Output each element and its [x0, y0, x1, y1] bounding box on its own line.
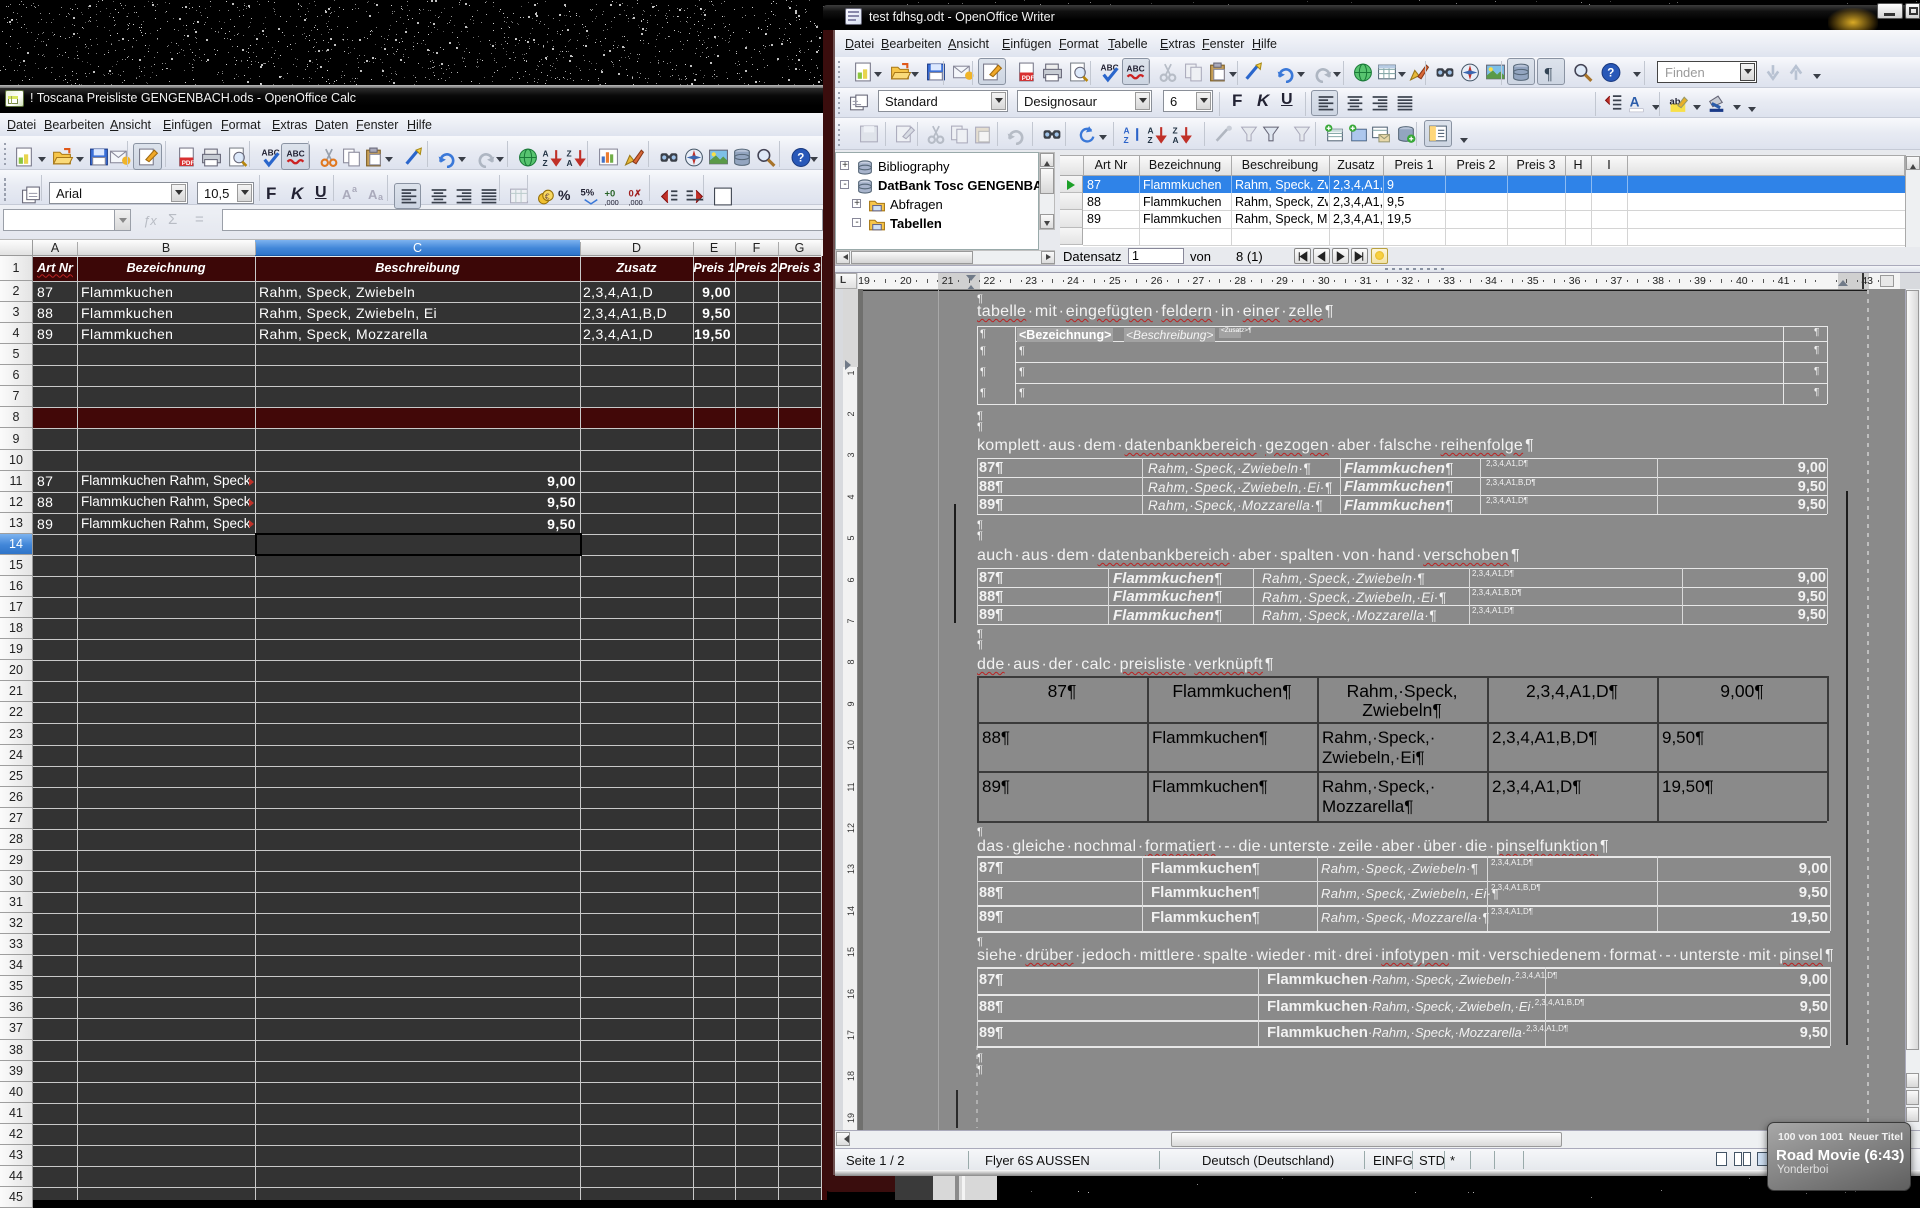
svg-text:A: A — [567, 158, 573, 168]
svg-text:€: € — [545, 192, 550, 202]
svg-text:,000: ,000 — [628, 198, 642, 207]
svg-text:?: ? — [797, 153, 804, 165]
svg-text:A: A — [1630, 95, 1640, 110]
svg-text:PDF: PDF — [182, 160, 195, 167]
svg-text:Z: Z — [1148, 135, 1153, 145]
svg-text:¶: ¶ — [1545, 64, 1553, 83]
svg-text:A: A — [1173, 135, 1179, 145]
svg-text:PDF: PDF — [1022, 75, 1035, 82]
svg-text:5%: 5% — [580, 187, 594, 198]
svg-text:ABC: ABC — [287, 148, 305, 158]
svg-text:,000: ,000 — [604, 198, 618, 207]
svg-text:Z: Z — [1124, 135, 1129, 145]
svg-text:?: ? — [1607, 68, 1614, 80]
svg-text:Z: Z — [543, 158, 548, 168]
svg-text:ABC: ABC — [1127, 63, 1145, 73]
